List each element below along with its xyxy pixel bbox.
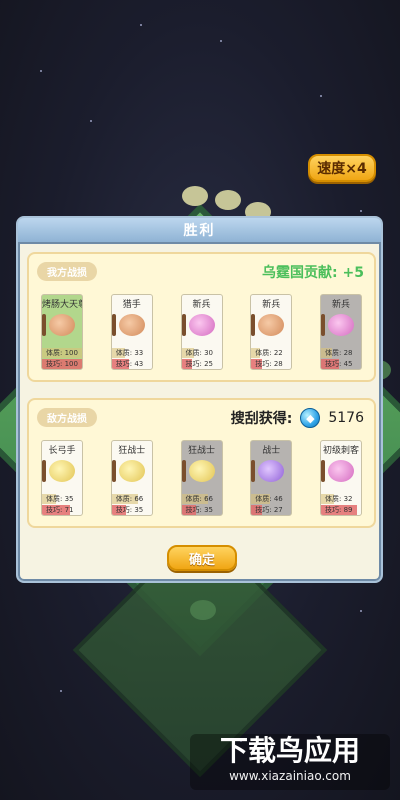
hp-stat: 体质: 100 — [46, 349, 78, 357]
hp-stat: 体质: 30 — [185, 349, 214, 357]
enemy-losses-panel: 敌方战损 搜刮获得: ◆ 5176 长弓手 体质: 35 技巧: 71 狂战士 … — [27, 398, 376, 528]
bow-icon — [111, 314, 116, 336]
site-watermark: 下载鸟应用 www.xiazainiao.com — [190, 734, 390, 790]
loot-summary: 搜刮获得: ◆ 5176 — [231, 408, 364, 428]
unit-portrait — [181, 460, 215, 482]
watermark-title: 下载鸟应用 — [219, 734, 360, 767]
unit-card[interactable]: 狂战士 体质: 66 技巧: 35 — [110, 440, 153, 516]
unit-card[interactable]: 猎手 体质: 33 技巧: 43 — [110, 294, 153, 370]
skill-stat: 技巧: 45 — [325, 360, 353, 368]
hp-stat: 体质: 66 — [115, 495, 144, 503]
dagger-icon — [321, 460, 325, 482]
victory-dialog: 胜利 我方战损 乌霆国贡献: +5 烤肠大天尊 体质: 100 技巧: 100 … — [16, 216, 383, 583]
star — [60, 690, 62, 692]
unit-card[interactable]: 长弓手 体质: 35 技巧: 71 — [41, 440, 83, 516]
unit-card[interactable]: 战士 体质: 46 技巧: 27 — [250, 440, 293, 516]
unit-name: 新兵 — [192, 300, 211, 310]
unit-portrait — [111, 314, 145, 336]
axe-icon — [111, 460, 116, 482]
axe-icon — [181, 460, 186, 482]
dialog-title: 胜利 — [18, 218, 381, 244]
skill-stat: 技巧: 25 — [185, 360, 214, 368]
unit-portrait — [181, 314, 215, 336]
unit-name: 狂战士 — [187, 446, 215, 456]
skill-stat: 技巧: 100 — [46, 360, 78, 368]
unit-name: 猎手 — [122, 300, 141, 310]
bow-icon — [42, 460, 46, 482]
skill-stat: 技巧: 89 — [325, 506, 353, 514]
unit-portrait — [251, 460, 285, 482]
contribution-text: 乌霆国贡献: +5 — [262, 265, 364, 281]
unit-portrait — [321, 460, 354, 482]
unit-card[interactable]: 狂战士 体质: 66 技巧: 35 — [180, 440, 223, 516]
star — [220, 40, 222, 42]
dagger-icon — [181, 314, 186, 336]
skill-stat: 技巧: 28 — [255, 360, 283, 368]
star — [360, 210, 362, 212]
hp-stat: 体质: 35 — [46, 495, 74, 503]
unit-name: 烤肠大天尊 — [42, 300, 83, 310]
gem-icon: ◆ — [300, 408, 321, 428]
map-tree — [215, 190, 241, 210]
hp-stat: 体质: 32 — [325, 495, 353, 503]
star — [320, 95, 322, 97]
unit-card[interactable]: 新兵 体质: 30 技巧: 25 — [180, 294, 223, 370]
star — [360, 610, 362, 612]
unit-portrait — [42, 314, 75, 336]
hp-stat: 体质: 33 — [115, 349, 144, 357]
hp-stat: 体质: 66 — [185, 495, 214, 503]
unit-name: 初级刺客 — [322, 446, 359, 456]
confirm-button[interactable]: 确定 — [167, 545, 237, 571]
loot-label: 搜刮获得: — [230, 411, 293, 427]
unit-portrait — [111, 460, 145, 482]
map-tree — [182, 186, 208, 206]
unit-name: 狂战士 — [118, 446, 146, 456]
skill-stat: 技巧: 43 — [115, 360, 144, 368]
star — [140, 24, 142, 26]
skill-stat: 技巧: 35 — [115, 506, 144, 514]
sword-icon — [42, 314, 46, 336]
unit-name: 新兵 — [262, 300, 281, 310]
unit-name: 战士 — [262, 446, 281, 456]
unit-name: 长弓手 — [48, 446, 76, 456]
skill-stat: 技巧: 27 — [255, 506, 283, 514]
speed-button[interactable]: 速度×4 — [308, 154, 376, 182]
loot-value: 5176 — [328, 410, 364, 426]
hp-stat: 体质: 46 — [255, 495, 283, 503]
map-tree — [190, 600, 216, 620]
hp-stat: 体质: 22 — [255, 349, 283, 357]
skill-stat: 技巧: 35 — [185, 506, 214, 514]
unit-card[interactable]: 烤肠大天尊 体质: 100 技巧: 100 — [41, 294, 83, 370]
watermark-url: www.xiazainiao.com — [229, 769, 351, 783]
enemy-losses-label: 敌方战损 — [37, 408, 97, 427]
unit-portrait — [251, 314, 285, 336]
blade-icon — [321, 314, 325, 336]
our-losses-panel: 我方战损 乌霆国贡献: +5 烤肠大天尊 体质: 100 技巧: 100 猎手 … — [27, 252, 376, 382]
enemy-unit-list: 长弓手 体质: 35 技巧: 71 狂战士 体质: 66 技巧: 35 狂战士 — [41, 440, 362, 516]
unit-card[interactable]: 新兵 体质: 28 技巧: 45 — [320, 294, 362, 370]
our-unit-list: 烤肠大天尊 体质: 100 技巧: 100 猎手 体质: 33 技巧: 43 新… — [41, 294, 362, 370]
star — [40, 70, 42, 72]
skill-stat: 技巧: 71 — [46, 506, 74, 514]
dagger-icon — [251, 314, 256, 336]
star — [90, 120, 92, 122]
unit-name: 新兵 — [331, 300, 350, 310]
hp-stat: 体质: 28 — [325, 349, 353, 357]
unit-portrait — [42, 460, 75, 482]
unit-portrait — [321, 314, 354, 336]
our-losses-label: 我方战损 — [37, 262, 97, 281]
unit-card[interactable]: 新兵 体质: 22 技巧: 28 — [250, 294, 293, 370]
shield-icon — [251, 460, 256, 482]
unit-card[interactable]: 初级刺客 体质: 32 技巧: 89 — [320, 440, 362, 516]
